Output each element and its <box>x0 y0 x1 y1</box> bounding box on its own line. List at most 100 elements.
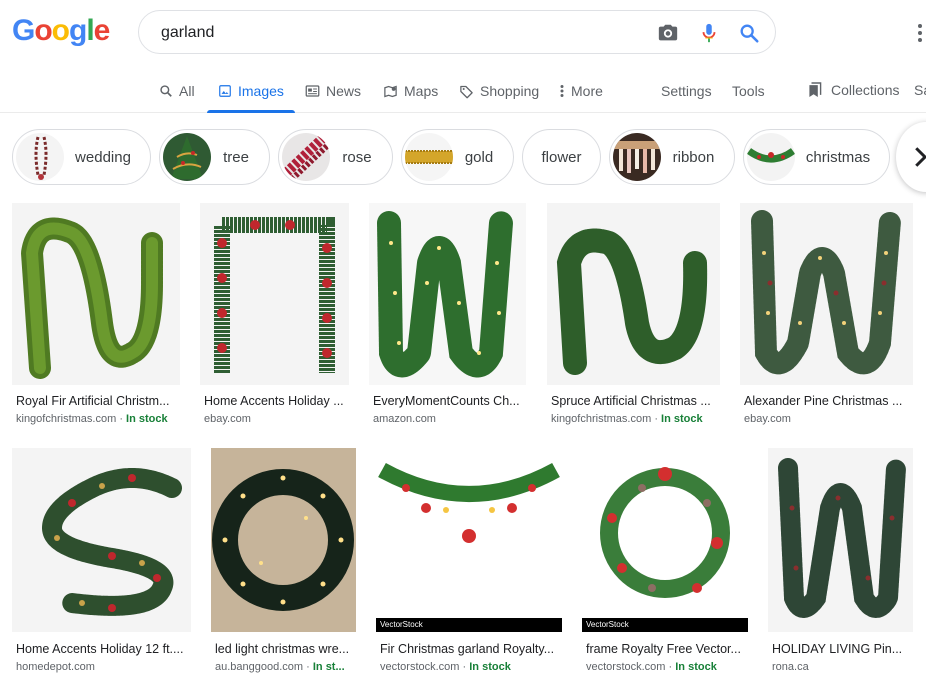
chip-tree[interactable]: tree <box>159 129 270 185</box>
collections-link[interactable]: Collections <box>808 69 899 111</box>
watermark: VectorStock <box>582 618 748 632</box>
chip-thumbnail <box>282 133 330 181</box>
result-source: homedepot.com <box>16 661 95 673</box>
result-image[interactable] <box>740 203 913 385</box>
tab-images[interactable]: Images <box>207 70 295 113</box>
chip-label: christmas <box>805 148 871 166</box>
camera-icon[interactable] <box>657 22 679 44</box>
more-vert-icon <box>560 85 564 97</box>
result-title[interactable]: Home Accents Holiday 12 ft.... <box>16 642 191 656</box>
tab-label: All <box>179 83 195 99</box>
result-title[interactable]: Royal Fir Artificial Christm... <box>16 394 180 408</box>
result-title[interactable]: Fir Christmas garland Royalty... <box>380 642 562 656</box>
result-image[interactable] <box>200 203 349 385</box>
result-title[interactable]: frame Royalty Free Vector... <box>586 642 748 656</box>
map-icon <box>384 85 397 97</box>
tab-label: Images <box>238 83 284 99</box>
result-image[interactable]: VectorStock <box>582 448 748 632</box>
saved-link[interactable]: Sa <box>914 69 926 111</box>
result-source: au.banggood.com · In st... <box>215 661 345 673</box>
result-title[interactable]: led light christmas wre... <box>215 642 356 656</box>
google-logo[interactable]: Google <box>12 14 110 48</box>
tab-label: More <box>571 83 603 99</box>
result-card[interactable]: Royal Fir Artificial Christm... kingofch… <box>12 203 180 429</box>
result-image[interactable] <box>369 203 526 385</box>
apps-menu-icon[interactable] <box>918 24 924 44</box>
search-tabs: All Images News Maps Shopping More Setti… <box>0 70 926 113</box>
result-card[interactable]: Spruce Artificial Christmas ... kingofch… <box>547 203 720 429</box>
chip-scroll-next-button[interactable] <box>896 122 926 192</box>
result-source: kingofchristmas.com · In stock <box>551 413 703 425</box>
search-input[interactable] <box>159 21 643 45</box>
result-image[interactable]: VectorStock <box>376 448 562 632</box>
chip-label: ribbon <box>672 148 715 166</box>
tab-label: Collections <box>831 82 900 98</box>
result-source: ebay.com <box>744 413 791 425</box>
news-icon <box>305 85 320 97</box>
chip-thumbnail <box>405 133 453 181</box>
tag-icon <box>460 85 473 98</box>
result-source: kingofchristmas.com · In stock <box>16 413 168 425</box>
chip-label: flower <box>541 148 582 166</box>
result-card[interactable]: EveryMomentCounts Ch... amazon.com <box>369 203 526 429</box>
result-card[interactable]: VectorStock frame Royalty Free Vector...… <box>582 448 748 678</box>
chip-ribbon[interactable]: ribbon <box>609 129 735 185</box>
result-title[interactable]: Spruce Artificial Christmas ... <box>551 394 720 408</box>
chip-thumbnail <box>747 133 795 181</box>
tab-label: Maps <box>404 83 439 99</box>
chip-flower[interactable]: flower <box>522 129 601 185</box>
tab-label: Shopping <box>480 83 540 99</box>
result-card[interactable]: Alexander Pine Christmas ... ebay.com <box>740 203 913 429</box>
result-image[interactable] <box>211 448 356 632</box>
tab-tools[interactable]: Tools <box>732 70 765 112</box>
chip-label: rose <box>342 148 372 166</box>
result-source: vectorstock.com · In stock <box>586 661 717 673</box>
stock-badge: In stock <box>469 661 511 673</box>
chip-thumbnail <box>613 133 661 181</box>
chip-christmas[interactable]: christmas <box>743 129 890 185</box>
tab-shopping[interactable]: Shopping <box>459 70 539 112</box>
chip-thumbnail <box>163 133 211 181</box>
tab-label: News <box>326 83 362 99</box>
result-title[interactable]: HOLIDAY LIVING Pin... <box>772 642 913 656</box>
search-box <box>138 10 776 54</box>
result-image[interactable] <box>12 448 191 632</box>
image-icon <box>219 85 231 97</box>
tab-label: Tools <box>732 83 765 99</box>
chip-gold[interactable]: gold <box>401 129 514 185</box>
search-icon <box>160 85 172 97</box>
result-card[interactable]: Home Accents Holiday ... ebay.com <box>200 203 349 429</box>
watermark: VectorStock <box>376 618 562 632</box>
stock-badge: In st... <box>312 661 345 673</box>
result-image[interactable] <box>12 203 180 385</box>
result-source: amazon.com <box>373 413 436 425</box>
chip-label: wedding <box>75 148 131 166</box>
tab-label: Settings <box>661 83 712 99</box>
result-card[interactable]: VectorStock Fir Christmas garland Royalt… <box>376 448 562 678</box>
result-image[interactable] <box>547 203 720 385</box>
result-title[interactable]: Alexander Pine Christmas ... <box>744 394 913 408</box>
tab-more[interactable]: More <box>559 70 603 112</box>
chip-wedding[interactable]: wedding <box>12 129 151 185</box>
chevron-right-icon <box>915 147 926 167</box>
microphone-icon[interactable] <box>698 22 720 44</box>
chip-label: gold <box>464 148 494 166</box>
tab-settings[interactable]: Settings <box>661 70 712 112</box>
tab-news[interactable]: News <box>305 70 361 112</box>
bookmark-icon <box>809 82 822 97</box>
result-title[interactable]: EveryMomentCounts Ch... <box>373 394 526 408</box>
result-source: vectorstock.com · In stock <box>380 661 511 673</box>
tab-all[interactable]: All <box>159 70 195 112</box>
search-icon[interactable] <box>738 22 760 44</box>
tab-maps[interactable]: Maps <box>383 70 438 112</box>
result-source: rona.ca <box>772 661 809 673</box>
chip-rose[interactable]: rose <box>278 129 393 185</box>
result-title[interactable]: Home Accents Holiday ... <box>204 394 349 408</box>
result-card[interactable]: HOLIDAY LIVING Pin... rona.ca <box>768 448 913 678</box>
result-image[interactable] <box>768 448 913 632</box>
result-card[interactable]: Home Accents Holiday 12 ft.... homedepot… <box>12 448 191 678</box>
chip-thumbnail <box>16 133 64 181</box>
result-card[interactable]: led light christmas wre... au.banggood.c… <box>211 448 356 678</box>
tab-label: Sa <box>914 82 926 98</box>
chip-label: tree <box>223 148 249 166</box>
